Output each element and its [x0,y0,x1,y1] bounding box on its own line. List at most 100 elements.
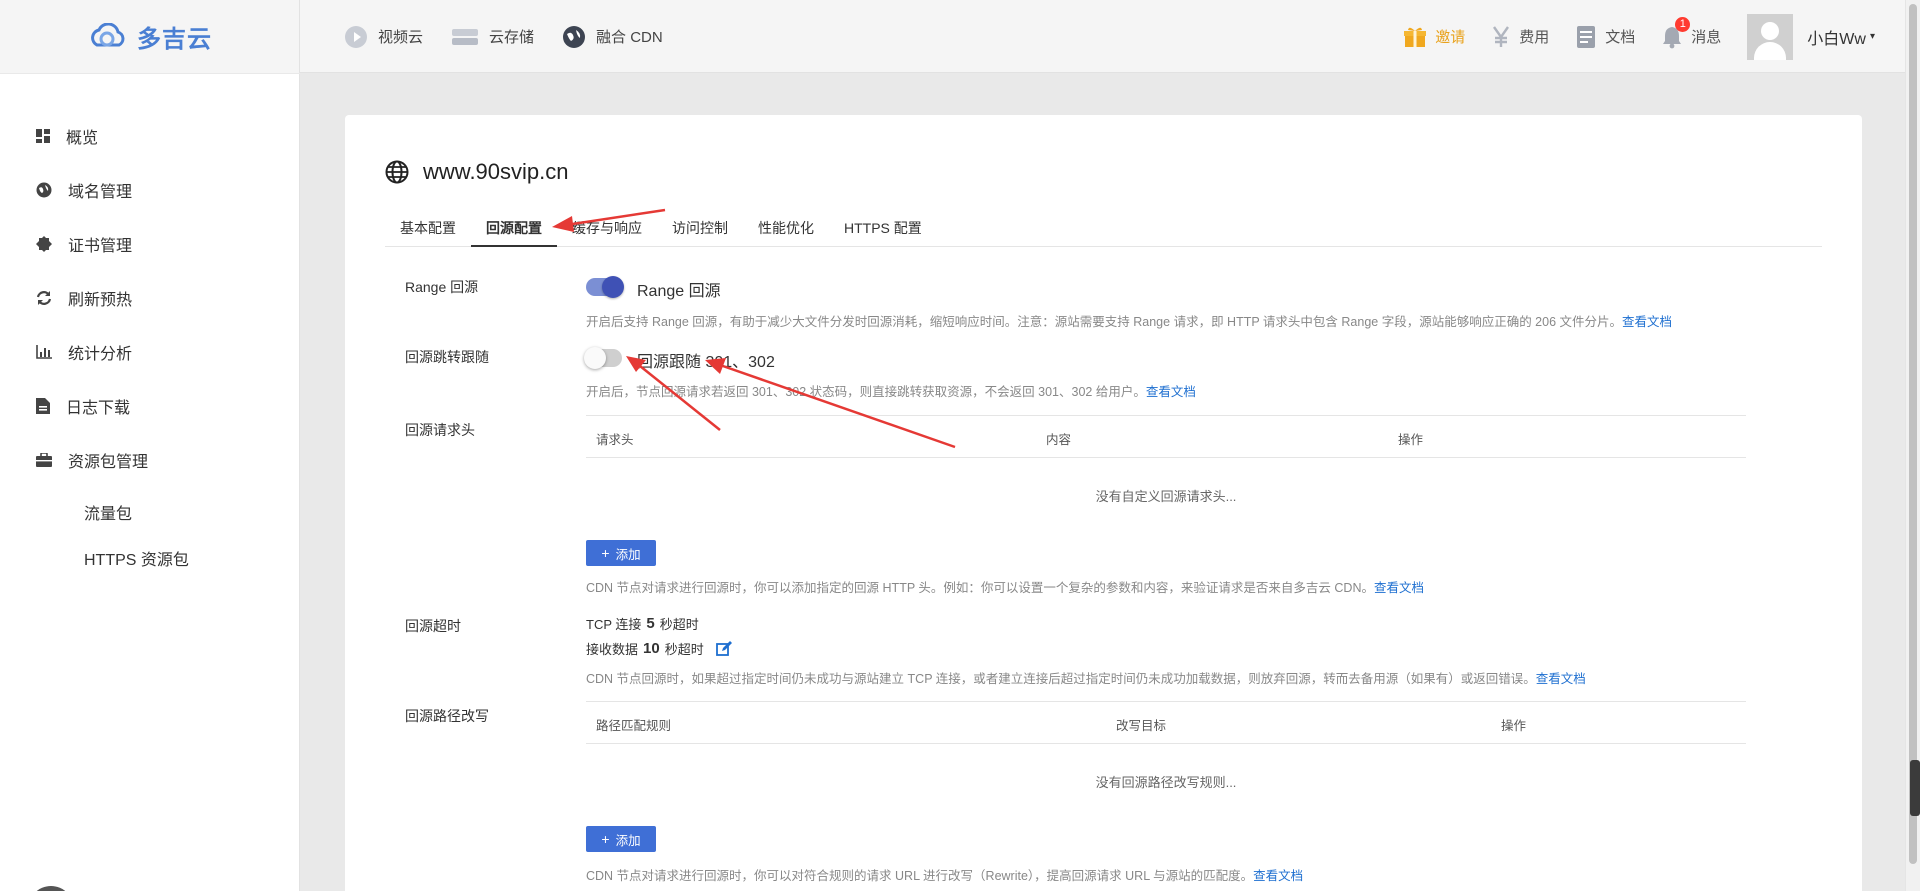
nav-cloud-storage[interactable]: 云存储 [451,26,534,48]
chevron-down-icon: ▾ [1869,31,1875,42]
top-right-menu: 邀请 费用 文档 1 消息 小白Ww ▾ [1377,0,1875,73]
avatar-head-shape [1761,21,1780,40]
fee-label: 费用 [1519,29,1550,46]
timeout-desc: CDN 节点回源时，如果超过指定时间仍未成功与源站建立 TCP 连接，或者建立连… [586,668,1586,687]
user-menu[interactable]: 小白Ww ▾ [1807,25,1875,49]
config-tabs: 基本配置 回源配置 缓存与响应 访问控制 性能优化 HTTPS 配置 [385,208,1822,247]
nav-cdn[interactable]: 融合 CDN [562,25,663,49]
sidebar-item-label: 证书管理 [68,238,133,255]
column-header: 请求头 [596,433,634,447]
tab-cache[interactable]: 缓存与响应 [557,208,657,247]
sidebar-item-domains[interactable]: 域名管理 [36,178,132,202]
empty-state: 没有回源路径改写规则... [1095,775,1237,790]
add-rewrite-button[interactable]: + 添加 [586,826,656,852]
scrollbar-thumb[interactable] [1909,4,1917,864]
redirect-label: 回源跳转跟随 [405,349,489,365]
docs-label: 文档 [1605,29,1636,46]
play-icon [345,25,367,48]
empty-state: 没有自定义回源请求头... [1095,489,1237,504]
tab-https[interactable]: HTTPS 配置 [829,208,937,247]
sidebar-item-label: 概览 [66,130,99,147]
sidebar-item-packages[interactable]: 资源包管理 [36,448,148,472]
range-desc: 开启后支持 Range 回源，有助于减少大文件分发时回源消耗，缩短响应时间。注意… [586,311,1672,330]
cloud-logo-icon [91,22,125,46]
file-icon [36,398,50,414]
table-header: 请求头 内容 操作 [586,415,1746,458]
tcp-suffix: 秒超时 [659,617,699,632]
sidebar-item-refresh[interactable]: 刷新预热 [36,286,132,310]
plus-icon: + [601,831,610,847]
recv-timeout: 接收数据 10 秒超时 [586,639,732,658]
username: 小白Ww [1807,30,1866,48]
recv-suffix: 秒超时 [664,642,704,657]
fee-button[interactable]: 费用 [1491,25,1549,49]
range-toggle[interactable] [586,276,624,298]
help-button[interactable] [28,886,74,891]
plus-icon: + [601,545,610,561]
headers-desc-text: CDN 节点对请求进行回源时，你可以添加指定的回源 HTTP 头。例如：你可以设… [586,581,1374,595]
sidebar-item-analytics[interactable]: 统计分析 [36,340,132,364]
domain-name: www.90svip.cn [423,159,569,184]
nav-label: 云存储 [489,29,535,46]
docs-button[interactable]: 文档 [1575,25,1635,49]
edit-icon[interactable] [715,640,732,657]
headers-table: 请求头 内容 操作 没有自定义回源请求头... [586,415,1746,536]
toggle-knob [584,347,606,369]
globe-icon [36,182,52,198]
sidebar-item-label: 域名管理 [68,184,133,201]
dashboard-icon [36,129,50,143]
rewrite-desc-text: CDN 节点对请求进行回源时，你可以对符合规则的请求 URL 进行改写（Rewr… [586,869,1254,883]
certificate-icon [36,236,52,252]
sidebar: 概览 域名管理 证书管理 刷新预热 统计分析 日志下载 资源包管理 流量包 HT… [0,74,300,891]
logo[interactable]: 多吉云 [0,0,300,73]
toggle-knob [602,276,624,298]
avatar[interactable] [1747,13,1794,60]
main-card: www.90svip.cn 基本配置 回源配置 缓存与响应 访问控制 性能优化 … [345,115,1862,891]
range-doc-link[interactable]: 查看文档 [1622,315,1672,329]
recv-prefix: 接收数据 [586,642,639,657]
range-switch-label: Range 回源 [637,283,721,300]
tab-performance[interactable]: 性能优化 [743,208,829,247]
page-scrollbar[interactable] [1905,0,1920,891]
redirect-desc: 开启后，节点回源请求若返回 301、302 状态码，则直接跳转获取资源，不会返回… [586,381,1196,400]
rewrite-table: 路径匹配规则 改写目标 操作 没有回源路径改写规则... [586,701,1746,822]
column-header: 改写目标 [1116,719,1167,733]
column-header: 操作 [1398,433,1424,447]
sidebar-subitem-traffic[interactable]: 流量包 [84,500,132,524]
sidebar-item-logs[interactable]: 日志下载 [36,394,130,418]
add-header-button[interactable]: + 添加 [586,540,656,566]
chart-icon [36,345,52,359]
messages-button[interactable]: 1 消息 [1661,16,1721,49]
column-header: 路径匹配规则 [596,719,672,733]
headers-label: 回源请求头 [405,422,475,438]
sidebar-item-certificates[interactable]: 证书管理 [36,232,132,256]
tab-basic[interactable]: 基本配置 [385,208,471,247]
timeout-doc-link[interactable]: 查看文档 [1536,672,1586,686]
nav-label: 视频云 [378,29,424,46]
sidebar-item-overview[interactable]: 概览 [36,124,98,148]
avatar-body-shape [1754,41,1787,60]
side-widget[interactable] [1910,760,1920,816]
headers-doc-link[interactable]: 查看文档 [1374,581,1424,595]
sidebar-item-label: 资源包管理 [68,454,149,471]
redirect-doc-link[interactable]: 查看文档 [1146,385,1196,399]
tcp-prefix: TCP 连接 [586,617,642,632]
tab-origin[interactable]: 回源配置 [471,208,557,247]
nav-video-cloud[interactable]: 视频云 [344,25,423,49]
sidebar-subitem-https[interactable]: HTTPS 资源包 [84,546,189,570]
rewrite-doc-link[interactable]: 查看文档 [1253,869,1303,883]
globe-icon [563,25,586,48]
briefcase-icon [36,453,52,467]
globe-icon [385,160,409,184]
redirect-toggle[interactable] [584,347,622,369]
brand-name: 多吉云 [137,26,212,53]
message-count-badge: 1 [1675,16,1691,32]
tcp-timeout-value: 5 [646,615,655,632]
tab-access[interactable]: 访问控制 [657,208,743,247]
top-nav: 视频云 云存储 融合 CDN [344,0,691,73]
redirect-desc-text: 开启后，节点回源请求若返回 301、302 状态码，则直接跳转获取资源，不会返回… [586,385,1146,399]
invite-label: 邀请 [1435,29,1466,46]
gift-icon [1404,27,1427,47]
rewrite-desc: CDN 节点对请求进行回源时，你可以对符合规则的请求 URL 进行改写（Rewr… [586,865,1303,884]
invite-button[interactable]: 邀请 [1403,25,1465,49]
